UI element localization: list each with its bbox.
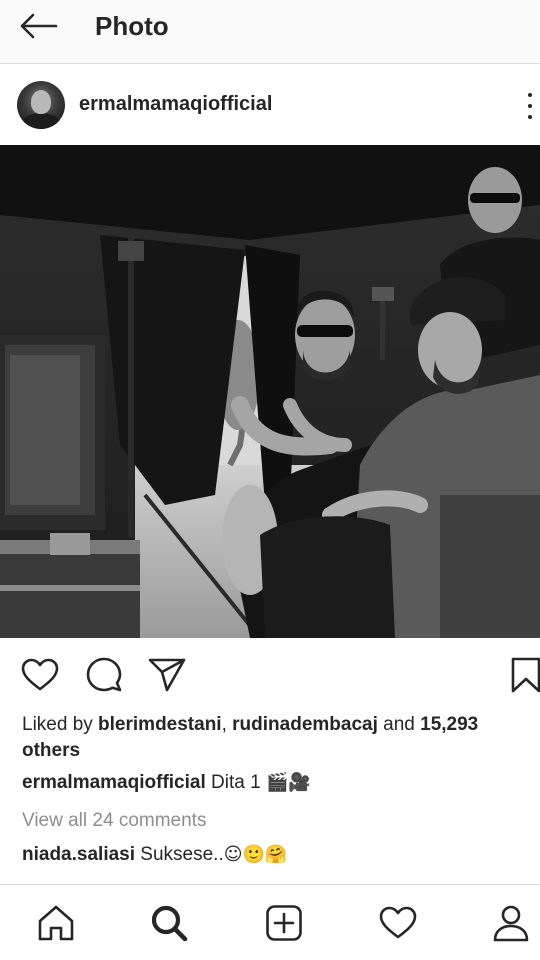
bookmark-icon <box>511 657 540 693</box>
comment-text: Suksese.. <box>140 844 224 865</box>
post-options-button[interactable] <box>520 91 540 121</box>
plus-square-icon <box>266 905 302 941</box>
page-title: Photo <box>95 11 169 41</box>
share-button[interactable] <box>147 655 187 695</box>
comment-username[interactable]: niada.saliasi <box>22 844 135 865</box>
search-icon <box>151 905 188 942</box>
like-button[interactable] <box>20 655 60 695</box>
post-header: ermalmamaqiofficial <box>0 65 540 145</box>
home-icon <box>38 905 74 941</box>
paper-plane-icon <box>148 658 186 692</box>
heart-outline-icon <box>21 658 59 691</box>
post-username[interactable]: ermalmamaqiofficial <box>79 91 272 117</box>
nav-search-button[interactable] <box>147 901 191 945</box>
caption-text: Dita 1 <box>211 772 261 793</box>
more-vertical-icon <box>528 93 532 97</box>
nav-add-post-button[interactable] <box>262 901 306 945</box>
caption-emojis: 🎬🎥 <box>265 772 311 793</box>
heart-outline-icon <box>379 906 417 939</box>
save-button[interactable] <box>506 655 540 695</box>
nav-home-button[interactable] <box>34 901 78 945</box>
likes-summary[interactable]: Liked by blerimdestani, rudinadembacaj a… <box>22 712 532 764</box>
caption-username[interactable]: ermalmamaqiofficial <box>22 772 206 793</box>
post-caption: ermalmamaqiofficial Dita 1 🎬🎥 <box>22 770 532 796</box>
view-all-comments-link[interactable]: View all 24 comments <box>22 808 206 834</box>
liker-username[interactable]: rudinadembacaj <box>232 714 378 735</box>
bottom-navigation <box>0 884 540 960</box>
comment-emojis: ☺🙂🤗 <box>223 844 288 865</box>
arrow-left-icon <box>20 13 58 39</box>
liker-username[interactable]: blerimdestani <box>98 714 222 735</box>
user-profile-icon <box>493 905 529 942</box>
comment-button[interactable] <box>84 655 124 695</box>
comment-item: niada.saliasi Suksese..☺🙂🤗 <box>22 842 532 868</box>
top-bar: Photo <box>0 0 540 64</box>
comment-bubble-icon <box>86 657 122 692</box>
nav-activity-button[interactable] <box>376 901 420 945</box>
avatar[interactable] <box>17 81 65 129</box>
back-button[interactable] <box>14 6 62 46</box>
nav-profile-button[interactable] <box>489 901 533 945</box>
post-action-bar <box>0 645 540 703</box>
post-photo[interactable] <box>0 145 540 638</box>
